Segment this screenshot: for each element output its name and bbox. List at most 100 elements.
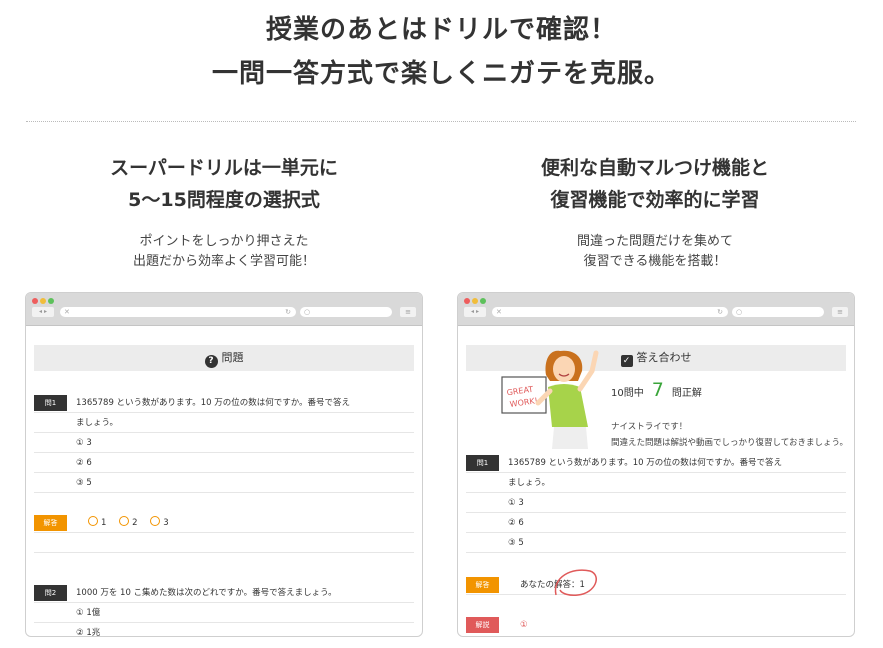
back-forward-buttons[interactable]: ◂ ▸ xyxy=(464,307,486,317)
feature-right-desc: 間違った問題だけを集めて 復習できる機能を搭載！ xyxy=(456,232,854,272)
explanation-row: 解説 ① xyxy=(466,615,846,635)
feedback-line2: 間違えた問題は解説や動画でしっかり復習しておきましょう。 xyxy=(611,438,848,448)
url-bar[interactable]: ✕ ↻ xyxy=(492,307,728,317)
choice-2: ② 6 xyxy=(76,458,92,468)
browser-mock-right: ◂ ▸ ✕ ↻ ○ ≡ ✓ 答え合わせ GREAT WORK! 10問中 7 問正解 xyxy=(457,292,855,637)
option-label: 3 xyxy=(163,518,169,528)
answer-option-2[interactable]: 2 xyxy=(119,513,138,533)
question-text: 1365789 という数があります。10 万の位の数は何ですか。番号で答え xyxy=(76,398,351,408)
feature-right-title-line2: 復習機能で効率的に学習 xyxy=(550,189,760,211)
feature-left-desc: ポイントをしっかり押さえた 出題だから効率よく学習可能！ xyxy=(25,232,423,272)
answer-options: 1 2 3 xyxy=(88,513,179,533)
refresh-icon[interactable]: ↻ xyxy=(285,307,291,317)
drill-content: ? 問題 問1 1365789 という数があります。10 万の位の数は何ですか。番… xyxy=(34,345,414,636)
headline: 授業のあとはドリルで確認！ 一問一答方式で楽しくニガテを克服。 xyxy=(0,8,883,96)
question-row: 問2 1000 万を 10 こ集めた数は次のどれですか。番号で答えましょう。 xyxy=(34,583,414,603)
dotted-divider xyxy=(26,121,856,122)
feature-right-title-line1: 便利な自動マルつけ機能と xyxy=(540,157,769,179)
answer-tag: 解答 xyxy=(466,577,499,593)
feature-left-title: スーパードリルは一単元に 5〜15問程度の選択式 xyxy=(25,152,423,216)
question-row-cont: ましょう。 xyxy=(34,413,414,433)
feature-right-title: 便利な自動マルつけ機能と 復習機能で効率的に学習 xyxy=(456,152,854,216)
choice-2: ② 1兆 xyxy=(76,628,101,637)
question-tag: 問1 xyxy=(34,395,67,411)
browser-chrome: ◂ ▸ ✕ ↻ ○ ≡ xyxy=(26,293,422,326)
feedback-message: ナイストライです！ 間違えた問題は解説や動画でしっかり復習しておきましょう。 xyxy=(611,419,848,451)
question-text: 1000 万を 10 こ集めた数は次のどれですか。番号で答えましょう。 xyxy=(76,588,337,598)
score-suffix: 問正解 xyxy=(671,388,702,399)
review-content: ✓ 答え合わせ GREAT WORK! 10問中 7 問正解 ナイストライです！ 間違… xyxy=(466,345,848,636)
question-row: 問1 1365789 という数があります。10 万の位の数は何ですか。番号で答え xyxy=(466,453,846,473)
feedback-line1: ナイストライです！ xyxy=(611,422,688,432)
feature-left-title-line1: スーパードリルは一単元に xyxy=(110,157,338,179)
radio-icon xyxy=(119,516,130,526)
question-text: 1365789 という数があります。10 万の位の数は何ですか。番号で答え xyxy=(508,458,783,468)
browser-mock-left: ◂ ▸ ✕ ↻ ○ ≡ ? 問題 問1 1365789 という数があります。10 … xyxy=(25,292,423,637)
feature-right-desc-line2: 復習できる機能を搭載！ xyxy=(583,254,727,269)
choice-row: ① 3 xyxy=(34,433,414,453)
question-row: 問1 1365789 という数があります。10 万の位の数は何ですか。番号で答え xyxy=(34,393,414,413)
choice-1: ① 1億 xyxy=(76,608,101,618)
answer-tag: 解答 xyxy=(34,515,67,531)
radio-icon xyxy=(150,516,161,526)
answer-row: 解答 1 2 3 xyxy=(34,513,414,533)
arm-right xyxy=(577,350,599,392)
back-forward-buttons[interactable]: ◂ ▸ xyxy=(32,307,54,317)
search-bar[interactable]: ○ xyxy=(300,307,392,317)
option-label: 1 xyxy=(101,518,107,528)
face xyxy=(553,356,575,382)
choice-3: ③ 5 xyxy=(76,478,92,488)
choice-row: ② 6 xyxy=(466,513,846,533)
page-title-text: 答え合わせ xyxy=(636,351,692,364)
maximize-dot-icon[interactable] xyxy=(480,298,486,304)
choice-1: ① 3 xyxy=(508,498,524,508)
explanation-text: ① xyxy=(520,620,528,630)
minimize-dot-icon[interactable] xyxy=(472,298,478,304)
question-icon: ? xyxy=(204,355,218,368)
maximize-dot-icon[interactable] xyxy=(48,298,54,304)
feature-left: スーパードリルは一単元に 5〜15問程度の選択式 ポイントをしっかり押さえた 出… xyxy=(25,152,423,272)
feature-right-desc-line1: 間違った問題だけを集めて xyxy=(576,234,733,249)
close-dot-icon[interactable] xyxy=(464,298,470,304)
red-mark-icon xyxy=(554,569,597,596)
menu-icon[interactable]: ≡ xyxy=(400,307,416,317)
close-icon: ✕ xyxy=(64,308,70,316)
radio-icon xyxy=(88,516,98,526)
feature-left-desc-line1: ポイントをしっかり押さえた xyxy=(139,234,309,249)
search-icon: ○ xyxy=(736,308,743,316)
choice-1: ① 3 xyxy=(76,438,92,448)
score-number: 7 xyxy=(651,379,664,401)
menu-icon[interactable]: ≡ xyxy=(832,307,848,317)
score-prefix: 10問中 xyxy=(611,388,644,399)
answer-option-1[interactable]: 1 xyxy=(88,513,106,533)
answer-option-3[interactable]: 3 xyxy=(150,513,169,533)
close-dot-icon[interactable] xyxy=(32,298,38,304)
page-title-text: 問題 xyxy=(221,351,244,364)
choice-2: ② 6 xyxy=(508,518,524,528)
browser-chrome: ◂ ▸ ✕ ↻ ○ ≡ xyxy=(458,293,854,326)
answer-row: 解答 あなたの解答：1 xyxy=(466,569,846,596)
choice-3: ③ 5 xyxy=(508,538,524,548)
choice-row: ② 1兆 xyxy=(34,623,414,637)
search-bar[interactable]: ○ xyxy=(732,307,824,317)
choice-row: ② 6 xyxy=(34,453,414,473)
headline-line1: 授業のあとはドリルで確認！ xyxy=(265,15,617,45)
minimize-dot-icon[interactable] xyxy=(40,298,46,304)
teacher-illustration: GREAT WORK! xyxy=(501,350,599,449)
question-tag: 問2 xyxy=(34,585,67,601)
choice-row: ③ 5 xyxy=(34,473,414,493)
score-summary: 10問中 7 問正解 xyxy=(611,379,702,401)
option-label: 2 xyxy=(132,518,138,528)
feature-right: 便利な自動マルつけ機能と 復習機能で効率的に学習 間違った問題だけを集めて 復習… xyxy=(456,152,854,272)
close-icon: ✕ xyxy=(496,308,502,316)
question-text-cont: ましょう。 xyxy=(508,478,550,488)
search-icon: ○ xyxy=(304,308,311,316)
refresh-icon[interactable]: ↻ xyxy=(717,307,723,317)
spacer-row xyxy=(34,533,414,553)
choice-row: ① 3 xyxy=(466,493,846,513)
question-text-cont: ましょう。 xyxy=(76,418,118,428)
headline-line2: 一問一答方式で楽しくニガテを克服。 xyxy=(211,59,671,89)
question-row-cont: ましょう。 xyxy=(466,473,846,493)
url-bar[interactable]: ✕ ↻ xyxy=(60,307,296,317)
question-tag: 問1 xyxy=(466,455,499,471)
